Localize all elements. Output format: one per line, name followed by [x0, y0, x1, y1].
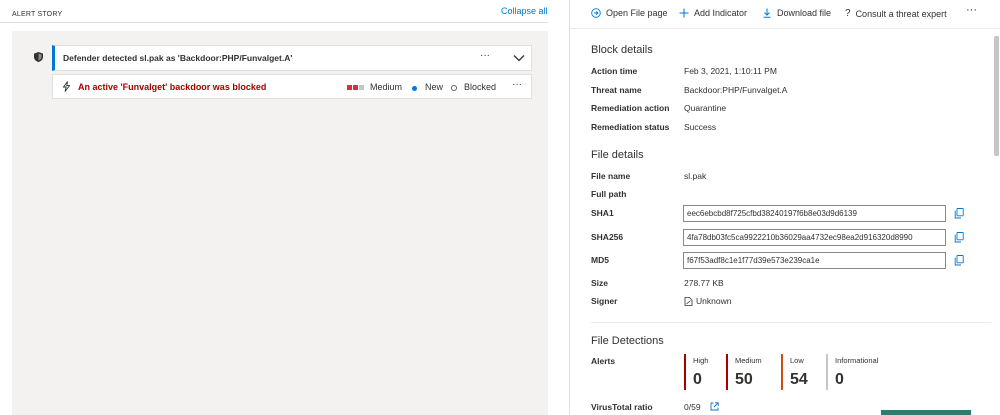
action-time-value: Feb 3, 2021, 1:10:11 PM	[684, 66, 777, 76]
size-label: Size	[591, 278, 609, 288]
alert-story-pane: ALERT STORY Collapse all Defender detect…	[0, 0, 560, 415]
add-indicator-button[interactable]: Add Indicator	[679, 8, 747, 18]
collapse-all-link[interactable]: Collapse all	[501, 6, 548, 16]
alert-story-title: ALERT STORY	[12, 11, 63, 18]
low-alerts-count: Low 54	[781, 354, 808, 390]
divider	[570, 28, 1000, 29]
details-pane: Open File page Add Indicator Download fi…	[570, 0, 1000, 415]
classification-label: Blocked	[464, 82, 497, 92]
severity-label: Medium	[370, 82, 403, 92]
remediation-action-label: Remediation action	[591, 103, 670, 113]
detection-severity-label: Medium	[735, 356, 762, 365]
informational-alerts-count: Informational 0	[826, 354, 878, 390]
severity-bar	[359, 85, 364, 90]
status-label: New	[425, 82, 444, 92]
download-icon	[763, 8, 771, 18]
md5-field[interactable]: f67f53adf8c1e1f77d39e573e239ca1e	[683, 252, 946, 269]
plus-icon	[679, 8, 689, 18]
divider	[591, 322, 991, 323]
full-path-label: Full path	[591, 189, 627, 199]
divider	[0, 22, 548, 23]
external-link-icon[interactable]	[710, 402, 719, 411]
vertical-scrollbar[interactable]	[993, 36, 1000, 415]
threat-name-value: Backdoor:PHP/Funvalget.A	[684, 85, 788, 95]
status-dot-icon	[412, 86, 417, 91]
severity-bar	[347, 85, 352, 90]
sha256-label: SHA256	[591, 232, 624, 242]
detection-title: Defender detected sl.pak as 'Backdoor:PH…	[63, 53, 293, 63]
unsigned-file-icon	[684, 296, 693, 306]
command-bar: Open File page Add Indicator Download fi…	[570, 0, 1000, 28]
detection-severity-label: High	[693, 356, 709, 365]
remediation-status-label: Remediation status	[591, 122, 670, 132]
high-alerts-count: High 0	[684, 354, 708, 390]
severity-indicator	[347, 85, 364, 90]
detection-count: 50	[735, 371, 753, 388]
detection-count: 0	[693, 371, 702, 388]
file-name-label: File name	[591, 171, 631, 181]
remediation-action-value: Quarantine	[684, 103, 727, 113]
action-time-label: Action time	[591, 66, 638, 76]
virustotal-label: VirusTotal ratio	[591, 402, 653, 412]
md5-label: MD5	[591, 255, 609, 265]
block-details-title: Block details	[591, 44, 653, 56]
open-file-page-label: Open File page	[606, 8, 668, 18]
signer-value: Unknown	[684, 296, 731, 306]
shield-icon	[34, 52, 43, 62]
detection-card[interactable]: Defender detected sl.pak as 'Backdoor:PH…	[52, 45, 532, 71]
more-options-icon[interactable]: ···	[966, 4, 977, 16]
chevron-down-icon[interactable]	[512, 52, 526, 64]
detection-count: 54	[790, 371, 808, 388]
severity-bar	[353, 85, 358, 90]
signer-label: Signer	[591, 296, 618, 306]
virustotal-value: 0/59	[684, 402, 701, 412]
file-detections-title: File Detections	[591, 335, 664, 347]
sha1-field[interactable]: eec6ebcbd8f725cfbd38240197f6b8e03d9d6139	[683, 205, 946, 222]
more-options-icon[interactable]: ···	[512, 79, 522, 90]
consult-expert-button[interactable]: ? Consult a threat expert	[845, 8, 947, 19]
file-details-title: File details	[591, 149, 644, 161]
add-indicator-label: Add Indicator	[694, 8, 748, 18]
alerts-label: Alerts	[591, 356, 616, 366]
arrow-circle-icon	[591, 8, 601, 18]
threat-name-label: Threat name	[591, 85, 642, 95]
sha256-field[interactable]: 4fa78db03fc5ca9922210b36029aa4732ec98ea2…	[683, 229, 946, 246]
consult-expert-label: Consult a threat expert	[855, 8, 947, 19]
copy-icon[interactable]	[954, 255, 964, 266]
detection-severity-label: Informational	[835, 356, 879, 365]
more-options-icon[interactable]: ···	[480, 50, 490, 61]
remediation-status-value: Success	[684, 122, 717, 132]
lightning-bolt-icon	[62, 81, 71, 92]
signer-text: Unknown	[696, 296, 732, 306]
alert-title-link[interactable]: An active 'Funvalget' backdoor was block…	[78, 82, 266, 92]
download-file-label: Download file	[777, 8, 832, 18]
size-value: 278.77 KB	[684, 278, 724, 288]
medium-alerts-count: Medium 50	[726, 354, 762, 390]
sha1-label: SHA1	[591, 208, 614, 218]
scrollbar-thumb[interactable]	[994, 36, 999, 156]
copy-icon[interactable]	[954, 208, 964, 219]
download-file-button[interactable]: Download file	[762, 8, 831, 18]
file-name-value: sl.pak	[684, 171, 707, 181]
detection-count: 0	[835, 371, 844, 388]
alert-card[interactable]: An active 'Funvalget' backdoor was block…	[52, 74, 532, 99]
detection-severity-label: Low	[790, 356, 804, 365]
open-file-page-button[interactable]: Open File page	[591, 8, 668, 18]
loading-bar	[881, 410, 971, 415]
copy-icon[interactable]	[954, 232, 964, 243]
question-mark-icon: ?	[845, 8, 851, 19]
empty-circle-icon	[451, 85, 457, 91]
